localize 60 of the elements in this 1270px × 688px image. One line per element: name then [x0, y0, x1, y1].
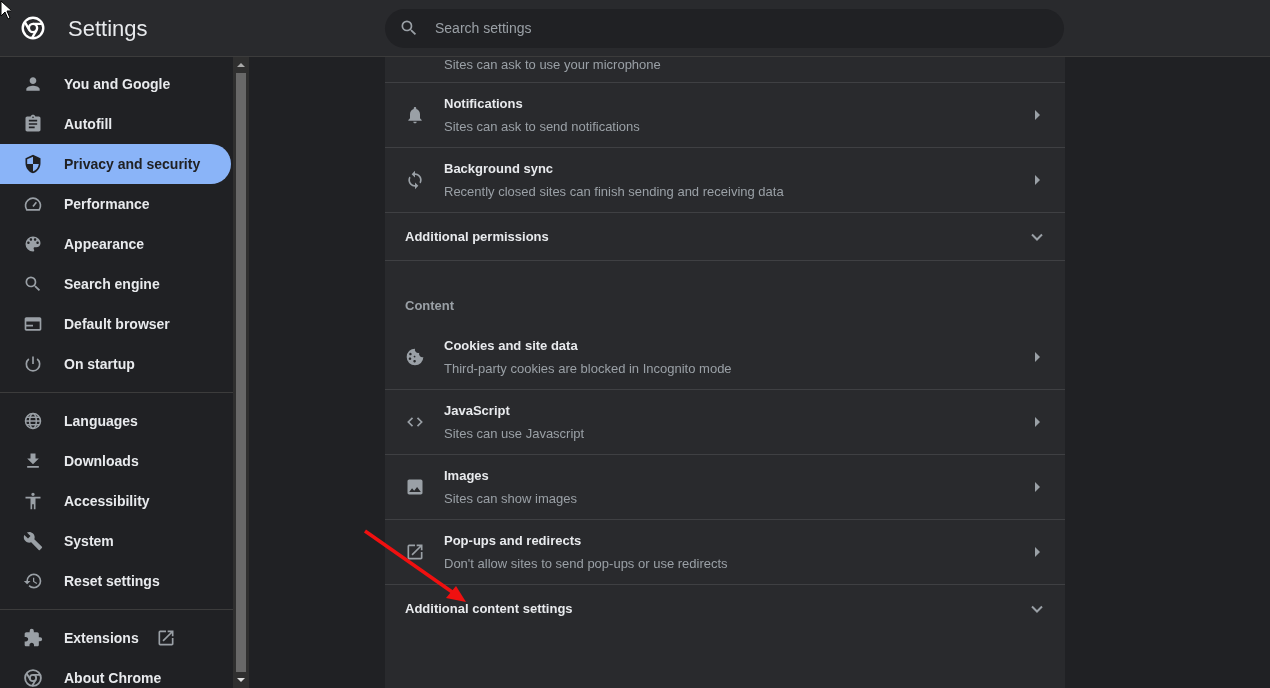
sidebar-item[interactable]: You and Google: [0, 64, 231, 104]
section-heading: Content: [405, 296, 455, 315]
clipboard-icon: [23, 114, 43, 134]
sidebar-item[interactable]: Privacy and security: [0, 144, 231, 184]
bell-icon: [405, 105, 425, 125]
sidebar-item[interactable]: Accessibility: [0, 481, 231, 521]
sidebar-item[interactable]: Reset settings: [0, 561, 231, 601]
sidebar-item[interactable]: Performance: [0, 184, 231, 224]
accessibility-icon: [23, 491, 43, 511]
scroll-down-arrow-icon[interactable]: [237, 678, 245, 682]
mouse-cursor-icon: [0, 0, 11, 20]
sync-icon: [405, 170, 425, 190]
shield-icon: [23, 154, 43, 174]
expandable-section[interactable]: Additional content settings: [385, 585, 1065, 633]
arrow-right-icon: [1035, 482, 1040, 492]
sidebar-item[interactable]: Languages: [0, 401, 231, 441]
sidebar-item[interactable]: Extensions: [0, 618, 231, 658]
chrome-logo-icon: [20, 15, 46, 41]
chevron-down-icon: [1031, 232, 1043, 241]
setting-row[interactable]: Pop-ups and redirects Don't allow sites to send pop-ups or use redirects: [385, 520, 1065, 585]
arrow-right-icon: [1035, 547, 1040, 557]
sidebar-item[interactable]: System: [0, 521, 231, 561]
sidebar-item[interactable]: On startup: [0, 344, 231, 384]
power-icon: [23, 354, 43, 374]
open-in-new-icon: [405, 542, 425, 562]
image-icon: [405, 477, 425, 497]
browser-window-icon: [23, 314, 43, 334]
search-icon: [399, 18, 419, 38]
setting-row[interactable]: Background sync Recently closed sites can finish sending and receiving data: [385, 148, 1065, 213]
arrow-right-icon: [1035, 417, 1040, 427]
setting-description: Sites can ask to use your microphone: [444, 57, 661, 74]
speedometer-icon: [23, 194, 43, 214]
sidebar-item[interactable]: Default browser: [0, 304, 231, 344]
puzzle-piece-icon: [23, 628, 43, 648]
chrome-logo-icon: [23, 668, 43, 688]
globe-icon: [23, 411, 43, 431]
chevron-down-icon: [1031, 605, 1043, 613]
wrench-icon: [23, 531, 43, 551]
expandable-section[interactable]: Additional permissions: [385, 213, 1065, 261]
sidebar-item[interactable]: Autofill: [0, 104, 231, 144]
sidebar-item[interactable]: Search engine: [0, 264, 231, 304]
search-input[interactable]: Search settings: [433, 16, 1050, 40]
arrow-right-icon: [1035, 175, 1040, 185]
palette-icon: [23, 234, 43, 254]
history-icon: [23, 571, 43, 591]
setting-row[interactable]: JavaScript Sites can use Javascript: [385, 390, 1065, 455]
setting-row[interactable]: Cookies and site data Third-party cookies are blocked in Incognito mode: [385, 325, 1065, 390]
scroll-up-arrow-icon[interactable]: [237, 63, 245, 67]
sidebar-item[interactable]: Downloads: [0, 441, 231, 481]
page-title: Settings: [68, 14, 148, 43]
scrollbar[interactable]: [233, 57, 249, 688]
sidebar-item[interactable]: About Chrome: [0, 658, 231, 688]
arrow-right-icon: [1035, 110, 1040, 120]
setting-row[interactable]: Images Sites can show images: [385, 455, 1065, 520]
search-bar[interactable]: Search settings: [385, 8, 1064, 48]
setting-row[interactable]: Notifications Sites can ask to send notifications: [385, 83, 1065, 148]
sidebar-item[interactable]: Appearance: [0, 224, 231, 264]
search-icon: [23, 274, 43, 294]
arrow-right-icon: [1035, 352, 1040, 362]
cookie-icon: [405, 347, 425, 367]
